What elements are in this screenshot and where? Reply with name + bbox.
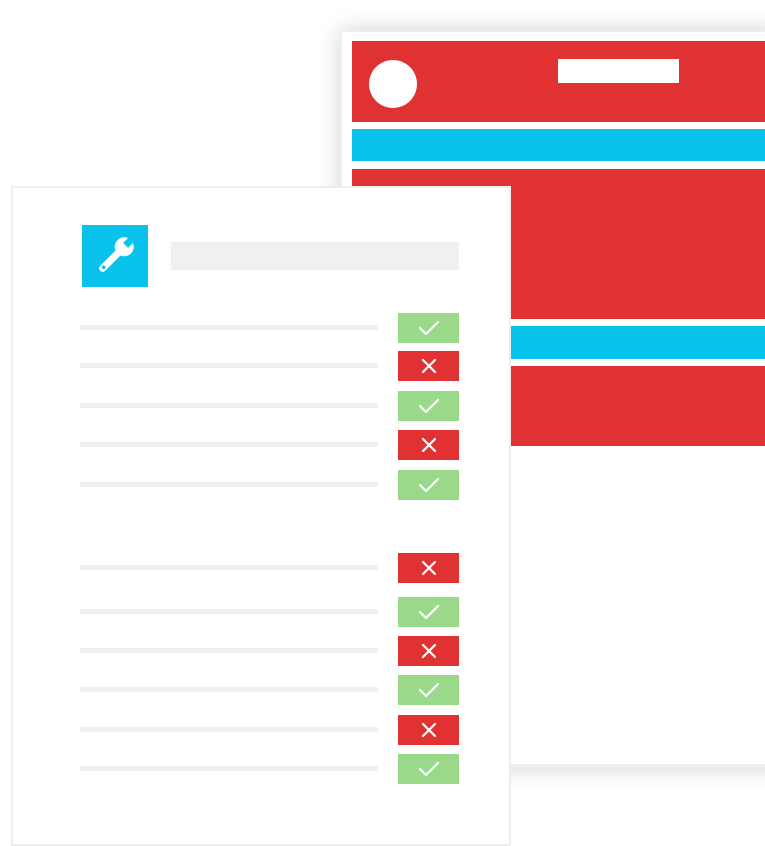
fail-badge[interactable] [398,715,459,745]
cross-icon [421,358,436,374]
cross-icon [421,643,436,659]
mockup-header [352,41,765,122]
checkmark-icon [418,761,439,777]
fail-badge[interactable] [398,636,459,666]
cross-icon [421,560,436,576]
row-text-placeholder [80,609,378,614]
row-text-placeholder [80,766,378,771]
row-text-placeholder [80,442,378,447]
row-text-placeholder [80,403,378,408]
checkmark-icon [418,604,439,620]
checklist-row [13,715,513,745]
pass-badge[interactable] [398,754,459,784]
checklist-row [13,553,513,583]
pass-badge[interactable] [398,391,459,421]
tool-tile [82,225,148,287]
row-text-placeholder [80,482,378,487]
checkmark-icon [418,682,439,698]
pass-badge[interactable] [398,313,459,343]
checklist-row [13,470,513,500]
title-placeholder [171,242,459,270]
checklist-row [13,636,513,666]
pass-badge[interactable] [398,597,459,627]
checklist-row [13,313,513,343]
checkmark-icon [418,398,439,414]
cross-icon [421,437,436,453]
pass-badge[interactable] [398,675,459,705]
pass-badge[interactable] [398,470,459,500]
row-text-placeholder [80,648,378,653]
wrench-icon [99,236,135,272]
fail-badge[interactable] [398,553,459,583]
row-text-placeholder [80,325,378,330]
mockup-band-top [352,129,765,161]
checklist-row [13,754,513,784]
row-text-placeholder [80,363,378,368]
fail-badge[interactable] [398,351,459,381]
checklist-row [13,675,513,705]
mockup-nav-bar [558,59,679,83]
row-text-placeholder [80,565,378,570]
checklist-row [13,391,513,421]
checklist-row [13,597,513,627]
checkmark-icon [418,477,439,493]
checklist-row [13,430,513,460]
row-text-placeholder [80,727,378,732]
checklist-row [13,351,513,381]
mockup-logo [369,60,417,108]
fail-badge[interactable] [398,430,459,460]
row-text-placeholder [80,687,378,692]
cross-icon [421,722,436,738]
checkmark-icon [418,320,439,336]
checklist-document [11,186,511,846]
